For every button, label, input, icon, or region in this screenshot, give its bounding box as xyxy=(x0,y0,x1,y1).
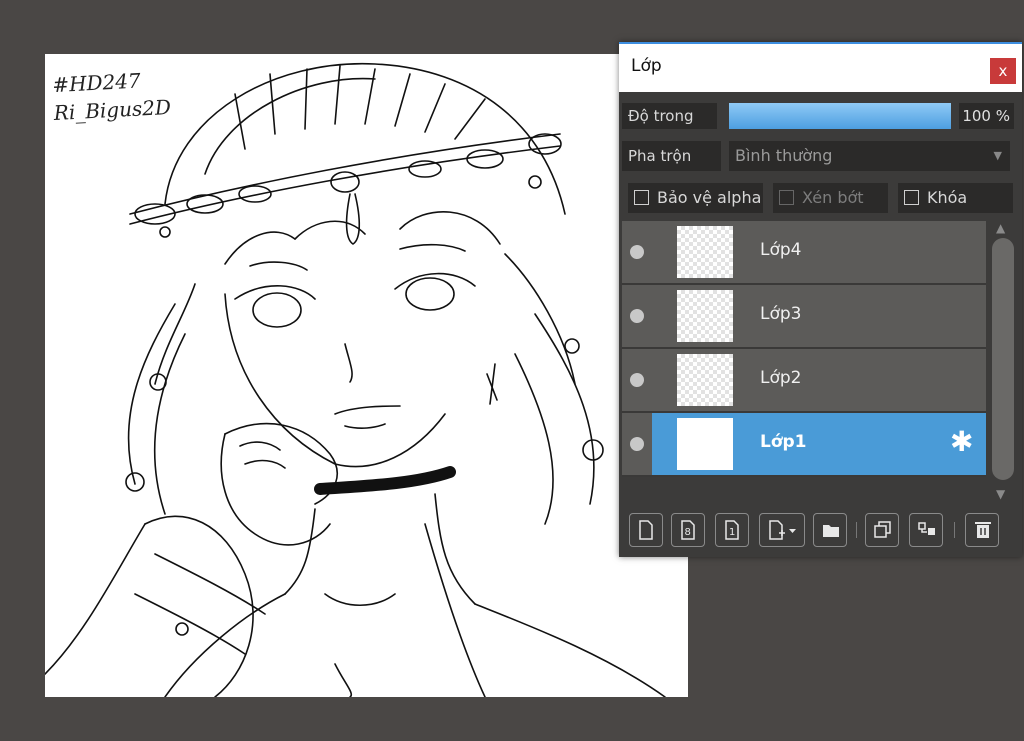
opacity-slider-fill xyxy=(729,103,951,129)
scrollbar-thumb[interactable] xyxy=(992,238,1014,480)
folder-icon xyxy=(823,525,839,537)
panel-title: Lớp xyxy=(631,56,662,76)
layer-thumbnail xyxy=(677,290,733,342)
delete-layer-button[interactable] xyxy=(965,513,999,547)
add-layer-icon xyxy=(769,520,796,540)
layer-name: Lớp1 xyxy=(760,432,807,452)
visibility-icon[interactable] xyxy=(630,373,644,387)
toolbar-divider xyxy=(954,522,955,538)
new-8bit-layer-icon: 8 xyxy=(681,520,695,540)
line-art-illustration xyxy=(45,62,666,697)
artist-signature: #HD247 Ri_Bigus2D xyxy=(52,65,172,127)
clipping-label: Xén bớt xyxy=(802,188,864,207)
close-button[interactable]: x xyxy=(990,58,1016,84)
visibility-icon[interactable] xyxy=(630,437,644,451)
opacity-slider[interactable] xyxy=(729,103,951,129)
merge-down-button[interactable] xyxy=(909,513,943,547)
checkbox-icon xyxy=(779,190,794,205)
gear-icon[interactable]: ✱ xyxy=(950,427,973,457)
clipping-checkbox[interactable]: Xén bớt xyxy=(773,183,888,213)
protect-alpha-label: Bảo vệ alpha xyxy=(657,188,762,207)
protect-alpha-checkbox[interactable]: Bảo vệ alpha xyxy=(628,183,763,213)
duplicate-layer-button[interactable] xyxy=(865,513,899,547)
checkbox-icon xyxy=(634,190,649,205)
duplicate-icon xyxy=(874,521,891,538)
drawing-canvas[interactable]: #HD247 Ri_Bigus2D xyxy=(45,54,688,697)
scroll-down-icon[interactable]: ▼ xyxy=(996,487,1005,501)
opacity-value[interactable]: 100 % xyxy=(959,103,1014,129)
blend-mode-value: Bình thường xyxy=(735,146,833,165)
panel-titlebar[interactable]: Lớp x xyxy=(619,44,1022,92)
blend-mode-dropdown[interactable]: Bình thường ▼ xyxy=(729,141,1010,171)
merge-down-icon xyxy=(918,522,935,535)
layer-row-lop3[interactable]: Lớp3 xyxy=(622,285,986,349)
visibility-icon[interactable] xyxy=(630,245,644,259)
toolbar-divider xyxy=(856,522,857,538)
opacity-label: Độ trong xyxy=(622,103,717,129)
layer-name: Lớp2 xyxy=(760,368,802,388)
lock-label: Khóa xyxy=(927,188,968,207)
svg-text:1: 1 xyxy=(729,527,735,538)
new-1bit-layer-button[interactable]: 1 xyxy=(715,513,749,547)
trash-icon xyxy=(975,522,991,538)
layer-row-lop4[interactable]: Lớp4 xyxy=(622,221,986,285)
add-layer-menu-button[interactable] xyxy=(759,513,805,547)
layer-thumbnail xyxy=(677,354,733,406)
blend-mode-label: Pha trộn xyxy=(622,141,721,171)
layer-list: Lớp4 Lớp3 Lớp2 Lớp1 ✱ xyxy=(622,221,986,477)
layer-thumbnail xyxy=(677,418,733,470)
layer-row-lop2[interactable]: Lớp2 xyxy=(622,349,986,413)
layer-name: Lớp3 xyxy=(760,304,802,324)
visibility-icon[interactable] xyxy=(630,309,644,323)
layer-name: Lớp4 xyxy=(760,240,802,260)
layer-row-lop1[interactable]: Lớp1 ✱ xyxy=(622,413,986,477)
new-8bit-layer-button[interactable]: 8 xyxy=(671,513,705,547)
new-1bit-layer-icon: 1 xyxy=(725,520,739,540)
lock-checkbox[interactable]: Khóa xyxy=(898,183,1013,213)
chevron-down-icon: ▼ xyxy=(993,149,1002,162)
layers-panel: Lớp x Độ trong 100 % Pha trộn Bình thườn… xyxy=(619,42,1022,557)
layer-scrollbar[interactable]: ▲ ▼ xyxy=(988,221,1018,505)
checkbox-icon xyxy=(904,190,919,205)
scroll-up-icon[interactable]: ▲ xyxy=(996,221,1005,235)
svg-text:8: 8 xyxy=(685,527,691,538)
layer-thumbnail xyxy=(677,226,733,278)
new-layer-button[interactable] xyxy=(629,513,663,547)
new-folder-button[interactable] xyxy=(813,513,847,547)
layer-toolbar: 8 1 xyxy=(619,507,1022,555)
new-page-icon xyxy=(639,520,653,540)
